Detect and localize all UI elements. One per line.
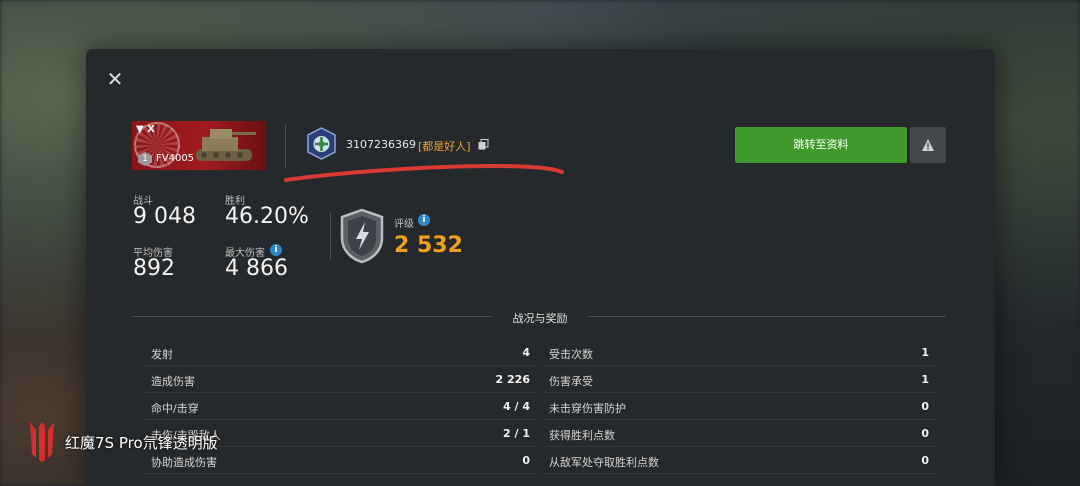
close-icon: ✕ xyxy=(106,67,124,91)
stat-row-label: 协助造成伤害 xyxy=(151,456,217,469)
stat-row-value: 0 xyxy=(921,454,929,467)
tank-name: FV4005 xyxy=(156,153,195,164)
stat-row-label: 发射 xyxy=(151,348,173,361)
stat-row-value: 2 226 xyxy=(495,373,530,386)
rating-label: 评级 xyxy=(394,219,414,230)
stat-row-value: 4 xyxy=(522,346,530,359)
left-stats-table: 发射 4 造成伤害 2 226 命中/击穿 4 / 4 击伤/击毁敌人 2 / 1 协助… xyxy=(145,339,536,474)
stat-row-label: 从敌军处夺取胜利点数 xyxy=(549,456,659,469)
table-row: 发射 4 xyxy=(145,339,536,366)
stat-row-label: 受击次数 xyxy=(549,348,593,361)
watermark-logo-icon xyxy=(30,422,54,462)
stat-row-value: 2 / 1 xyxy=(503,427,530,440)
info-icon[interactable]: i xyxy=(418,214,430,226)
clan-tag[interactable]: [都是好人] xyxy=(418,138,471,154)
info-icon[interactable]: i xyxy=(270,244,282,256)
stat-row-label: 未击穿伤害防护 xyxy=(549,402,626,415)
stat-row-value: 0 xyxy=(921,400,929,413)
device-watermark: 红魔7S Pro氘锋透明版 xyxy=(65,434,218,452)
stat-row-value: 1 xyxy=(921,373,929,386)
divider xyxy=(132,316,492,317)
divider xyxy=(330,212,331,260)
table-row: 受击次数 1 xyxy=(543,339,935,366)
annotation-underline xyxy=(284,163,564,182)
tank-card[interactable]: ▼ X 1 FV4005 xyxy=(132,121,266,170)
stat-row-label: 获得胜利点数 xyxy=(549,429,615,442)
stat-row-label: 命中/击穿 xyxy=(151,402,199,415)
table-row: 未击穿伤害防护 0 xyxy=(543,393,935,420)
player-id: 3107236369 xyxy=(346,138,416,151)
divider xyxy=(588,316,946,317)
warning-icon xyxy=(922,139,934,151)
section-title: 战况与奖励 xyxy=(512,312,568,325)
rating-value: 2 532 xyxy=(394,233,463,258)
tank-image xyxy=(196,129,256,161)
stat-row-value: 0 xyxy=(921,427,929,440)
go-to-profile-button[interactable]: 跳转至资料 xyxy=(735,127,907,163)
table-row: 获得胜利点数 0 xyxy=(543,420,935,447)
battles-value: 9 048 xyxy=(133,204,196,229)
wins-value: 46.20% xyxy=(225,204,309,229)
stat-row-value: 1 xyxy=(921,346,929,359)
table-row: 命中/击穿 4 / 4 xyxy=(145,393,536,420)
table-row: 造成伤害 2 226 xyxy=(145,366,536,393)
table-row: 从敌军处夺取胜利点数 0 xyxy=(543,447,935,474)
tank-tier-marker: ▼ X xyxy=(136,124,155,135)
clan-emblem-icon[interactable] xyxy=(305,127,338,160)
report-button[interactable] xyxy=(910,127,946,163)
stat-row-value: 0 xyxy=(522,454,530,467)
right-stats-table: 受击次数 1 伤害承受 1 未击穿伤害防护 0 获得胜利点数 0 从敌军处夺取胜利点数 0 xyxy=(543,339,935,474)
max-damage-value: 4 866 xyxy=(225,256,288,281)
table-row: 伤害承受 1 xyxy=(543,366,935,393)
close-button[interactable]: ✕ xyxy=(104,68,126,90)
rating-shield-icon xyxy=(340,208,384,264)
stat-row-label: 伤害承受 xyxy=(549,375,593,388)
copy-icon[interactable] xyxy=(478,139,489,150)
avg-damage-value: 892 xyxy=(133,256,175,281)
stat-row-label: 造成伤害 xyxy=(151,375,195,388)
stat-row-value: 4 / 4 xyxy=(503,400,530,413)
